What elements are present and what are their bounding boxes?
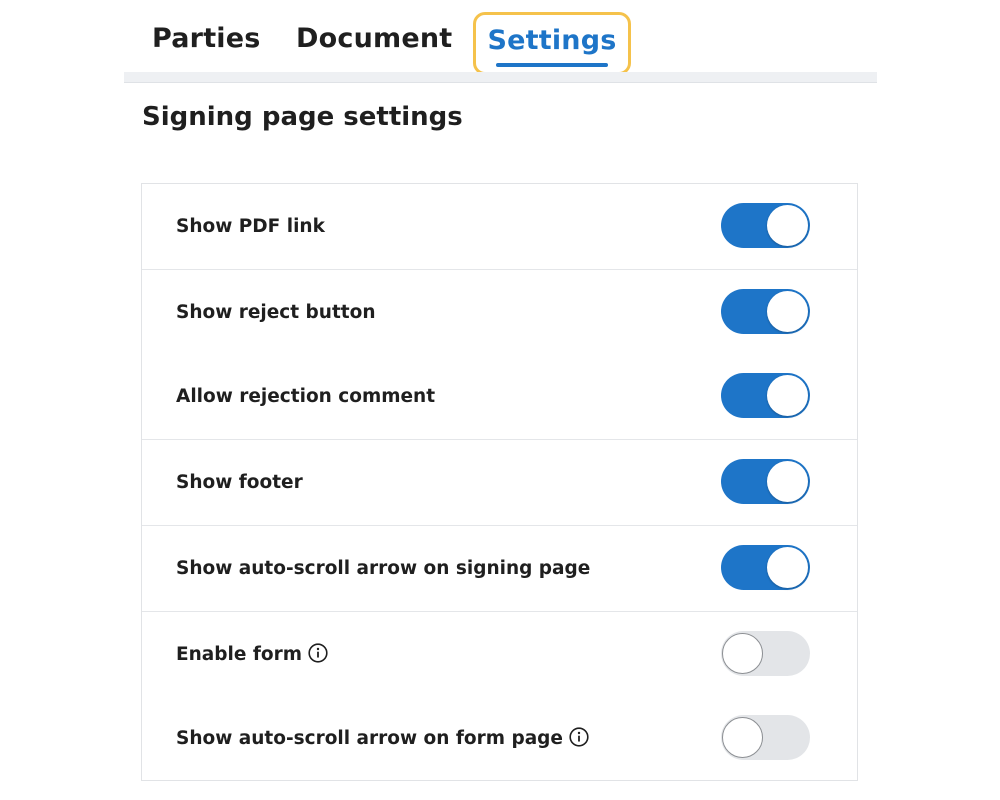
settings-panel: Show PDF link Show reject button Allow r… bbox=[141, 183, 858, 781]
toggle-knob bbox=[767, 291, 808, 332]
toggle-show-footer[interactable] bbox=[721, 459, 810, 504]
setting-row-auto-scroll-form: Show auto-scroll arrow on form page bbox=[142, 696, 857, 781]
setting-row-enable-form: Enable form bbox=[142, 612, 857, 697]
setting-row-show-pdf-link: Show PDF link bbox=[142, 184, 857, 270]
section-title: Signing page settings bbox=[142, 102, 463, 132]
toggle-show-reject-button[interactable] bbox=[721, 289, 810, 334]
tab-bar: Parties Document Settings bbox=[124, 0, 877, 82]
toggle-enable-form[interactable] bbox=[721, 631, 810, 676]
setting-label: Allow rejection comment bbox=[176, 386, 436, 407]
setting-row-allow-rejection-comment: Allow rejection comment bbox=[142, 354, 857, 440]
toggle-auto-scroll-form[interactable] bbox=[721, 715, 810, 760]
setting-row-show-reject-button: Show reject button bbox=[142, 270, 857, 355]
toggle-show-pdf-link[interactable] bbox=[721, 203, 810, 248]
tab-settings[interactable]: Settings bbox=[473, 12, 631, 75]
setting-label: Show auto-scroll arrow on form page bbox=[176, 728, 563, 749]
setting-label-wrap: Show auto-scroll arrow on form page bbox=[176, 696, 589, 781]
setting-label: Enable form bbox=[176, 644, 303, 665]
active-tab-indicator bbox=[496, 63, 608, 67]
tab-parties[interactable]: Parties bbox=[152, 0, 261, 76]
info-icon[interactable] bbox=[569, 727, 589, 747]
tab-settings-label: Settings bbox=[487, 25, 617, 56]
tab-document[interactable]: Document bbox=[296, 0, 452, 76]
setting-label: Show PDF link bbox=[176, 216, 325, 237]
tab-bar-divider bbox=[124, 72, 877, 83]
toggle-knob bbox=[767, 375, 808, 416]
toggle-knob bbox=[722, 633, 763, 674]
toggle-knob bbox=[767, 461, 808, 502]
toggle-knob bbox=[767, 205, 808, 246]
setting-row-auto-scroll-signing: Show auto-scroll arrow on signing page bbox=[142, 526, 857, 612]
toggle-knob bbox=[722, 717, 763, 758]
info-icon[interactable] bbox=[308, 643, 328, 663]
toggle-knob bbox=[767, 547, 808, 588]
setting-label-wrap: Enable form bbox=[176, 612, 328, 697]
toggle-auto-scroll-signing[interactable] bbox=[721, 545, 810, 590]
setting-label: Show footer bbox=[176, 472, 303, 493]
setting-row-show-footer: Show footer bbox=[142, 440, 857, 526]
setting-label: Show reject button bbox=[176, 302, 376, 323]
setting-label: Show auto-scroll arrow on signing page bbox=[176, 558, 591, 579]
toggle-allow-rejection-comment[interactable] bbox=[721, 373, 810, 418]
